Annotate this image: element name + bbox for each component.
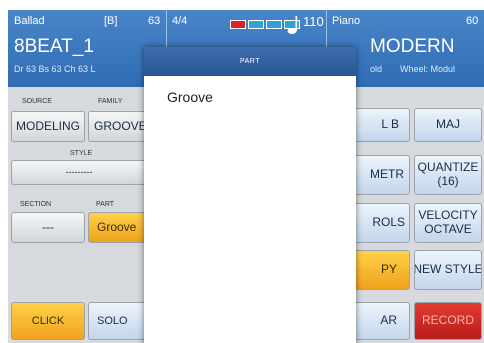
beat-2 (248, 20, 264, 29)
maj-button[interactable]: MAJ (414, 108, 482, 142)
solo-button[interactable]: SOLO (88, 302, 148, 340)
beat-1 (230, 20, 246, 29)
wheel-info: Wheel: Modul (400, 64, 456, 74)
quarter-note-icon (287, 16, 298, 34)
part-label: PART (96, 201, 115, 208)
popup-title: PART (144, 47, 356, 76)
section-selector[interactable]: --- (11, 212, 85, 243)
track-info: Dr 63 Bs 63 Ch 63 L (14, 64, 96, 74)
hold-info: old (370, 64, 383, 74)
velocity-octave-button[interactable]: VELOCITY OCTAVE (414, 203, 482, 243)
style-label: STYLE (70, 150, 93, 157)
time-signature: 4/4 (172, 15, 188, 27)
part-popup: PART Groove (144, 47, 356, 343)
family-label: FAMILY (98, 98, 123, 105)
voice-name[interactable]: Piano (332, 16, 360, 27)
family-button[interactable]: GROOVE (88, 111, 148, 142)
new-style-button[interactable]: NEW STYLE (414, 250, 482, 290)
section-label: SECTION (20, 201, 52, 208)
voice-number: 60 (466, 15, 479, 27)
beat-3 (266, 20, 282, 29)
metronome-button[interactable]: METR (348, 155, 410, 195)
tempo-value[interactable]: 110 (303, 15, 324, 28)
source-button[interactable]: MODELING (11, 111, 85, 142)
b-button[interactable]: L B (348, 108, 410, 142)
quantize-button[interactable]: QUANTIZE (16) (414, 155, 482, 195)
arranger-screen: Ballad [B] 63 4/4 110 Piano 60 8BEAT_1 M… (8, 10, 484, 343)
style-category[interactable]: Ballad (14, 16, 45, 27)
record-button[interactable]: RECORD (414, 302, 482, 340)
style-number: 63 (148, 15, 161, 27)
copy-button[interactable]: PY (348, 250, 410, 290)
left-margin (0, 0, 8, 343)
voice-title[interactable]: MODERN (370, 37, 454, 56)
style-title[interactable]: 8BEAT_1 (14, 37, 94, 56)
bank-label: [B] (104, 15, 118, 27)
clear-button[interactable]: AR (348, 302, 410, 340)
click-button[interactable]: CLICK (11, 302, 85, 340)
part-selector[interactable]: Groove (88, 212, 148, 243)
style-selector[interactable]: --------- (11, 160, 147, 185)
part-option-groove[interactable]: Groove (167, 89, 213, 105)
controls-button[interactable]: ROLS (348, 203, 410, 243)
source-label: SOURCE (22, 98, 52, 105)
